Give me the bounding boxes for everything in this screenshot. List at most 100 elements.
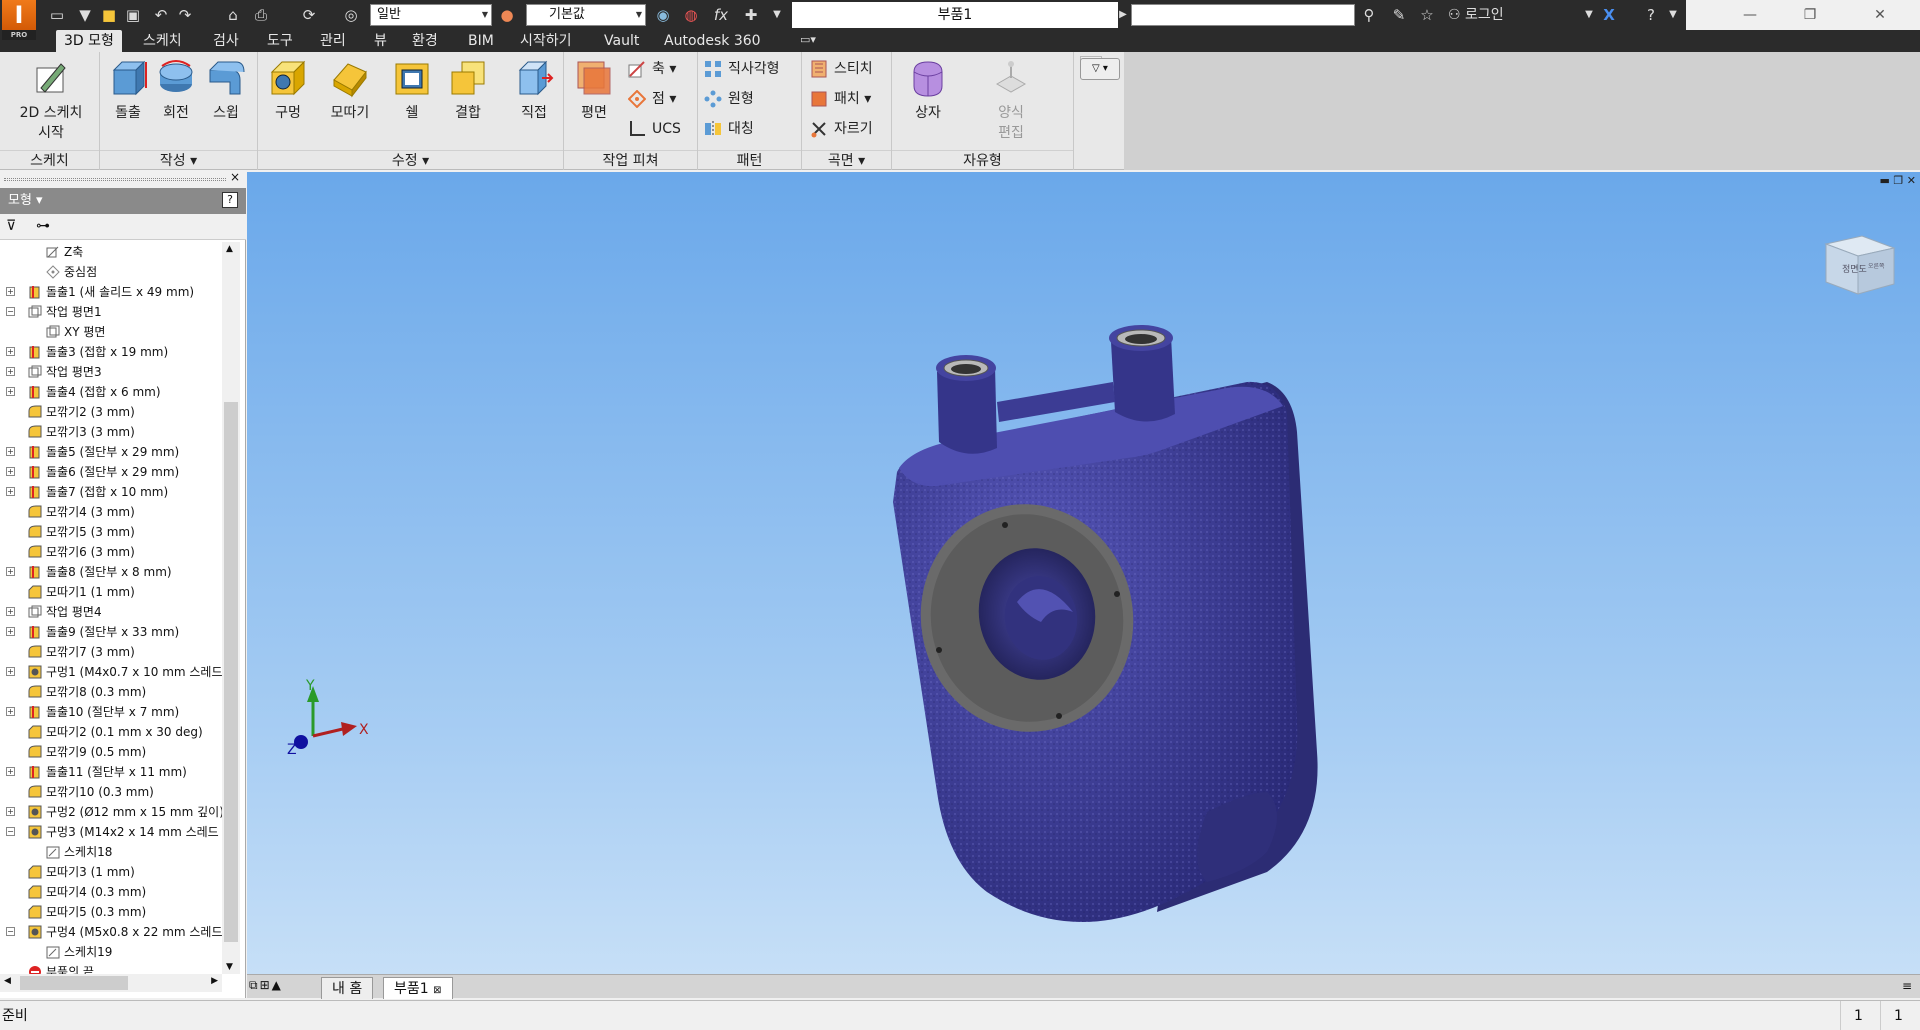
expand-node-icon[interactable]: + <box>6 627 15 636</box>
tree-node[interactable]: 스케치19 <box>0 942 222 962</box>
tree-node[interactable]: + 돌출7 (접합 x 10 mm) <box>0 482 222 502</box>
tree-node[interactable]: 스케치18 <box>0 842 222 862</box>
stitch-button[interactable]: 스티치 <box>808 56 873 82</box>
browser-grip[interactable] <box>4 178 226 181</box>
tree-node[interactable]: 모깎기8 (0.3 mm) <box>0 682 222 702</box>
expand-node-icon[interactable]: + <box>6 387 15 396</box>
app-menu-button[interactable]: I PRO <box>2 0 36 40</box>
graphics-viewport[interactable]: ▬ ❐ ✕ 정면도 오른쪽 Y X Z <box>247 172 1920 974</box>
scroll-down-icon[interactable]: ▼ <box>226 962 233 972</box>
collapse-node-icon[interactable]: − <box>6 307 15 316</box>
browser-help-icon[interactable]: ? <box>222 192 238 208</box>
ribbon-display-toggle-icon[interactable]: ▭▾ <box>800 33 832 49</box>
viewport-window-controls[interactable]: ▬ ❐ ✕ <box>1880 174 1916 187</box>
open-folder-icon[interactable]: ■ <box>98 4 120 26</box>
tree-node[interactable]: + 돌출6 (절단부 x 29 mm) <box>0 462 222 482</box>
browser-vertical-scrollbar[interactable]: ▲ ▼ <box>222 242 240 974</box>
hole-button[interactable]: 구멍 <box>264 56 312 146</box>
rectangular-pattern-button[interactable]: 직사각형 <box>702 56 780 82</box>
tree-node[interactable]: 부품의 끝 <box>0 962 222 974</box>
open-file-icon[interactable]: ▼ <box>74 4 96 26</box>
collapse-node-icon[interactable]: − <box>6 827 15 836</box>
tree-node[interactable]: − 작업 평면1 <box>0 302 222 322</box>
expand-node-icon[interactable]: + <box>6 567 15 576</box>
home-view-icon[interactable]: ⌂ <box>222 4 244 26</box>
tree-node[interactable]: + 구멍2 (Ø12 mm x 15 mm 깊이) <box>0 802 222 822</box>
tree-node[interactable]: + 돌출4 (접합 x 6 mm) <box>0 382 222 402</box>
scroll-left-icon[interactable]: ◀ <box>4 976 11 986</box>
extrude-button[interactable]: 돌출 <box>104 56 152 146</box>
tree-node[interactable]: 모깎기7 (3 mm) <box>0 642 222 662</box>
help-icon[interactable]: ? <box>1640 4 1662 26</box>
tree-node[interactable]: 모깎기5 (3 mm) <box>0 522 222 542</box>
start-2d-sketch-button[interactable]: 2D 스케치 시작 <box>8 56 94 146</box>
tree-node[interactable]: 모따기5 (0.3 mm) <box>0 902 222 922</box>
clear-appearance-icon[interactable]: ◍ <box>680 4 702 26</box>
exchange-apps-icon[interactable]: X <box>1598 4 1620 26</box>
restore-icon[interactable]: ❐ <box>1780 0 1840 30</box>
add-icon[interactable]: ✚ <box>740 4 762 26</box>
expand-node-icon[interactable]: + <box>6 607 15 616</box>
ribbon-options-dropdown[interactable]: ▽ ▾ <box>1080 58 1120 80</box>
new-file-icon[interactable]: ▭ <box>46 4 68 26</box>
tree-node[interactable]: 모깎기3 (3 mm) <box>0 422 222 442</box>
tile-views-icon[interactable]: ⧉⊞▲ <box>249 978 283 993</box>
tab-environments[interactable]: 환경 <box>404 30 446 52</box>
tree-node[interactable]: + 돌출9 (절단부 x 33 mm) <box>0 622 222 642</box>
scroll-right-icon[interactable]: ▶ <box>211 976 218 986</box>
modify-panel-title[interactable]: 수정 ▾ <box>258 150 563 170</box>
redo-icon[interactable]: ↷ <box>174 4 196 26</box>
ucs-button[interactable]: UCS <box>626 116 681 142</box>
surface-panel-title[interactable]: 곡면 ▾ <box>802 150 891 170</box>
tree-node[interactable]: 모깎기4 (3 mm) <box>0 502 222 522</box>
close-window-icon[interactable]: ✕ <box>1850 0 1910 30</box>
tab-vault[interactable]: Vault <box>596 30 647 52</box>
trim-button[interactable]: 자르기 <box>808 116 873 142</box>
freeform-box-button[interactable]: 상자 <box>898 56 958 146</box>
close-browser-icon[interactable]: × <box>230 170 240 184</box>
subscription-icon[interactable]: ✎ <box>1388 4 1410 26</box>
tree-node[interactable]: + 돌출5 (절단부 x 29 mm) <box>0 442 222 462</box>
tree-node[interactable]: + 작업 평면3 <box>0 362 222 382</box>
update-icon[interactable]: ⟳ <box>298 4 320 26</box>
expand-node-icon[interactable]: + <box>6 667 15 676</box>
work-point-button[interactable]: 점 ▾ <box>626 86 676 112</box>
tree-node[interactable]: XY 평면 <box>0 322 222 342</box>
expand-node-icon[interactable]: + <box>6 807 15 816</box>
undo-icon[interactable]: ↶ <box>150 4 172 26</box>
tab-autodesk-360[interactable]: Autodesk 360 <box>656 30 769 52</box>
tree-node[interactable]: 모깎기6 (3 mm) <box>0 542 222 562</box>
tree-node[interactable]: + 작업 평면4 <box>0 602 222 622</box>
find-binoculars-icon[interactable]: ⊶ <box>36 218 50 234</box>
expand-node-icon[interactable]: + <box>6 447 15 456</box>
customize-qat-icon[interactable]: ▼ <box>766 4 788 26</box>
style-dropdown[interactable]: 일반 <box>370 4 492 26</box>
login-dropdown-icon[interactable]: ▼ <box>1578 4 1600 26</box>
tree-node[interactable]: 모깎기9 (0.5 mm) <box>0 742 222 762</box>
login-button[interactable]: ⚇ 로그인 <box>1448 4 1504 26</box>
3d-part-model[interactable] <box>827 272 1547 932</box>
expand-node-icon[interactable]: + <box>6 767 15 776</box>
help-dropdown-icon[interactable]: ▼ <box>1662 4 1684 26</box>
revolve-button[interactable]: 회전 <box>152 56 200 146</box>
doc-tab-my-home[interactable]: 내 홈 <box>321 977 374 999</box>
expand-node-icon[interactable]: + <box>6 347 15 356</box>
tree-node[interactable]: + 돌출3 (접합 x 19 mm) <box>0 342 222 362</box>
browser-horizontal-scrollbar[interactable]: ◀ ▶ <box>0 974 222 992</box>
tab-view[interactable]: 뷰 <box>366 30 395 52</box>
tree-node[interactable]: 모깎기2 (3 mm) <box>0 402 222 422</box>
tab-manage[interactable]: 관리 <box>312 30 354 52</box>
tab-tools[interactable]: 도구 <box>259 30 301 52</box>
expand-node-icon[interactable]: + <box>6 467 15 476</box>
tree-node[interactable]: − 구멍3 (M14x2 x 14 mm 스레드 ; <box>0 822 222 842</box>
shell-button[interactable]: 쉘 <box>388 56 436 146</box>
tab-sketch[interactable]: 스케치 <box>135 30 190 52</box>
expand-node-icon[interactable]: + <box>6 367 15 376</box>
parameters-icon[interactable]: fx <box>710 4 732 26</box>
sweep-button[interactable]: 스윕 <box>202 56 250 146</box>
viewcube[interactable]: 정면도 오른쪽 <box>1814 222 1904 302</box>
tree-node[interactable]: + 돌출1 (새 솔리드 x 49 mm) <box>0 282 222 302</box>
tab-bim[interactable]: BIM <box>460 30 502 52</box>
tree-node[interactable]: 모따기1 (1 mm) <box>0 582 222 602</box>
expand-node-icon[interactable]: + <box>6 487 15 496</box>
